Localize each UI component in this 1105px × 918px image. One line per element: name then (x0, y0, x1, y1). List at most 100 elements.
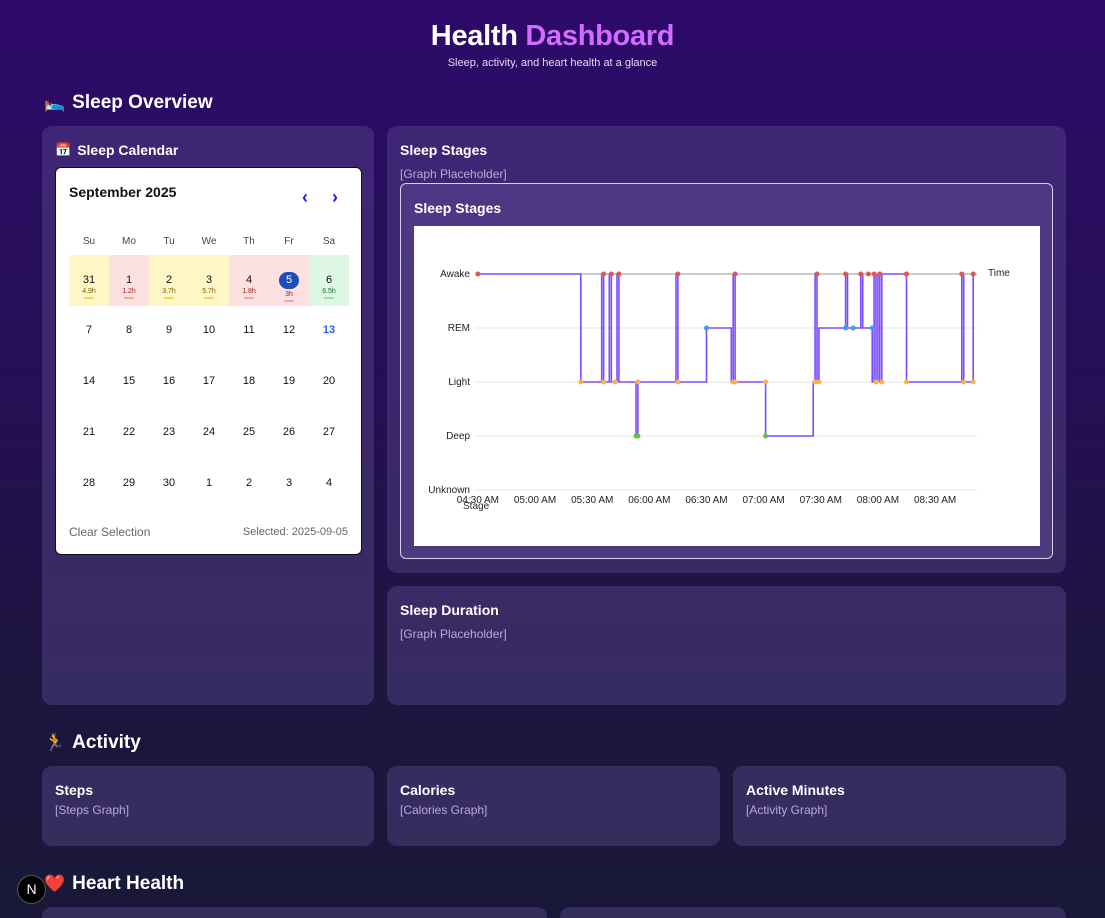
calendar-day[interactable]: 31 4.9h (69, 255, 109, 306)
calendar-day[interactable]: 7 (69, 306, 109, 357)
calendar-day[interactable]: 6 6.5h (309, 255, 349, 306)
calendar-day-number: 4 (325, 477, 333, 489)
stage-point (873, 379, 879, 385)
calendar-day-number: 25 (242, 426, 256, 438)
stage-point (601, 379, 607, 385)
calendar-day-number: 17 (202, 375, 216, 387)
calendar-day-bar (204, 297, 214, 299)
stage-point (843, 271, 849, 277)
stage-point (732, 379, 738, 385)
active-minutes-placeholder: [Activity Graph] (746, 803, 828, 817)
calendar-day[interactable]: 5 3h (269, 255, 309, 306)
calendar-day-number: 5 (279, 272, 299, 289)
calendar-day-hours: 5.7h (202, 288, 216, 295)
runner-icon: 🏃 (44, 733, 66, 752)
stage-point (904, 379, 909, 385)
sleep-duration-placeholder: [Graph Placeholder] (400, 627, 507, 641)
calendar-next-button[interactable]: › (326, 188, 344, 206)
calendar-grid: Su Mo Tu We Th Fr Sa 31 4.9h 1 1.2h 2 3.7h 3 5.7h 4 1.8h… (69, 228, 349, 510)
calendar-day[interactable]: 8 (109, 306, 149, 357)
calendar-day-number: 11 (243, 324, 255, 336)
calendar-day[interactable]: 2 3.7h (149, 255, 189, 306)
stage-point (816, 379, 822, 385)
nextjs-dev-badge[interactable]: N (17, 875, 46, 904)
calendar-day[interactable]: 16 (149, 357, 189, 408)
calendar-day-number: 15 (122, 375, 136, 387)
x-axis-label: Time (988, 268, 1010, 279)
calendar-day[interactable]: 2 (229, 459, 269, 510)
calendar-day-number: 21 (82, 426, 96, 438)
calendar-icon: 📅 (55, 142, 72, 157)
calendar-day-number: 7 (85, 324, 93, 336)
calendar-day-hours: 1.8h (242, 288, 256, 295)
calendar-day-number: 28 (82, 477, 96, 489)
activity-section-label: Activity (72, 732, 141, 753)
calendar-day[interactable]: 26 (269, 408, 309, 459)
calendar-day-number: 3 (285, 477, 293, 489)
calendar-day[interactable]: 30 (149, 459, 189, 510)
calendar-day[interactable]: 3 (269, 459, 309, 510)
activity-section-title: 🏃 Activity (44, 732, 141, 754)
calendar-day-number: 16 (162, 375, 176, 387)
title-accent: Dashboard (525, 20, 675, 52)
calendar-day[interactable]: 15 (109, 357, 149, 408)
heart-card-left (42, 907, 547, 918)
title-main: Health (430, 20, 518, 52)
calendar-day[interactable]: 18 (229, 357, 269, 408)
stage-point (877, 271, 883, 277)
calendar-day-bar (164, 297, 174, 299)
calendar-day[interactable]: 3 5.7h (189, 255, 229, 306)
calendar-day[interactable]: 29 (109, 459, 149, 510)
weekday-header: Sa (322, 236, 336, 247)
calendar-day[interactable]: 11 (229, 306, 269, 357)
steps-card: Steps [Steps Graph] (42, 766, 374, 846)
y-tick-label: Awake (440, 269, 470, 280)
sleep-stages-chart-title: Sleep Stages (414, 200, 502, 216)
stage-point (601, 271, 607, 277)
stage-point (732, 271, 738, 277)
stage-point (475, 271, 481, 277)
calendar-day[interactable]: 20 (309, 357, 349, 408)
calendar-day[interactable]: 23 (149, 408, 189, 459)
calendar-day[interactable]: 24 (189, 408, 229, 459)
page-subtitle: Sleep, activity, and heart health at a g… (447, 57, 658, 69)
calendar-day[interactable]: 13 (309, 306, 349, 357)
active-minutes-title: Active Minutes (746, 782, 845, 798)
sleep-stages-chart-card: Sleep Stages Unknown Deep Light REM Awake 04:… (400, 183, 1053, 559)
steps-placeholder: [Steps Graph] (55, 803, 130, 817)
stage-point (675, 271, 681, 277)
calendar-day[interactable]: 4 (309, 459, 349, 510)
stage-point (843, 325, 849, 331)
calories-title: Calories (400, 782, 456, 798)
calendar-day[interactable]: 28 (69, 459, 109, 510)
calendar-day[interactable]: 4 1.8h (229, 255, 269, 306)
calendar-day-bar (284, 300, 294, 302)
stage-point (970, 271, 976, 277)
sleep-stages-card: Sleep Stages [Graph Placeholder] Sleep S… (387, 126, 1066, 573)
clear-selection-button[interactable]: Clear Selection (69, 525, 150, 539)
calendar-prev-button[interactable]: ‹ (296, 188, 314, 206)
calendar-day[interactable]: 10 (189, 306, 229, 357)
calendar-day[interactable]: 14 (69, 357, 109, 408)
calendar-day[interactable]: 22 (109, 408, 149, 459)
calendar-day[interactable]: 21 (69, 408, 109, 459)
calendar-day-bar (244, 297, 254, 299)
calendar-day[interactable]: 9 (149, 306, 189, 357)
calendar-day[interactable]: 1 1.2h (109, 255, 149, 306)
calendar-day[interactable]: 1 (189, 459, 229, 510)
calendar-day[interactable]: 19 (269, 357, 309, 408)
sleep-duration-card: Sleep Duration [Graph Placeholder] (387, 586, 1066, 705)
calendar-day[interactable]: 25 (229, 408, 269, 459)
calendar-day[interactable]: 17 (189, 357, 229, 408)
stage-point (869, 325, 875, 331)
calendar-day-number: 27 (322, 426, 336, 438)
weekday-header: Tu (163, 236, 175, 247)
calendar-day[interactable]: 27 (309, 408, 349, 459)
calendar-day-hours: 3.7h (162, 288, 176, 295)
stage-point (961, 379, 967, 385)
calendar-day-number: 6 (325, 274, 333, 286)
stage-point (608, 271, 614, 277)
x-tick-label: 08:30 AM (914, 495, 956, 506)
calendar-day[interactable]: 12 (269, 306, 309, 357)
weekday-header: Th (243, 236, 255, 247)
